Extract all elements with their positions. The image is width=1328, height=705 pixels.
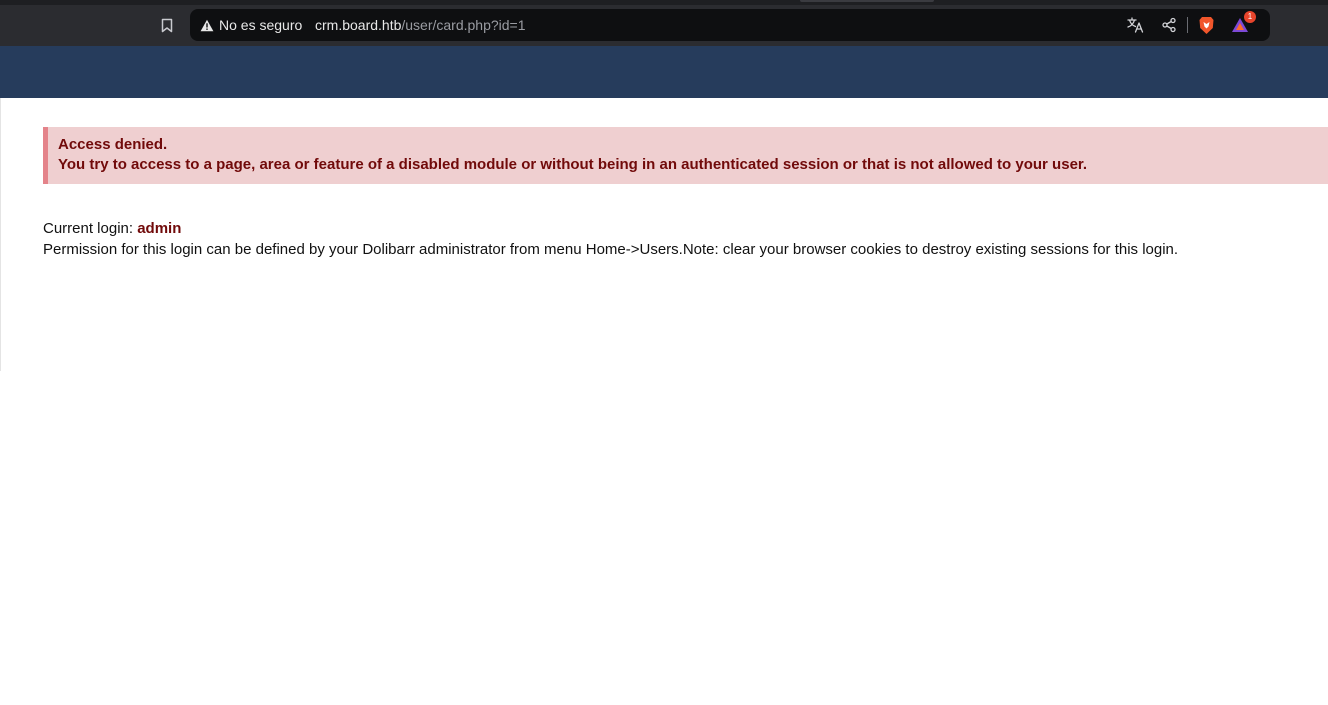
notification-badge: 1 (1244, 11, 1256, 23)
error-title: Access denied. (58, 136, 168, 153)
security-label: No es seguro (219, 17, 303, 33)
active-tab-indicator[interactable] (800, 0, 934, 2)
brave-rewards-button[interactable]: 1 (1228, 11, 1256, 35)
login-info: Current login: admin Permission for this… (43, 218, 1178, 260)
url-actions: 1 (1123, 11, 1256, 35)
error-message: You try to access to a page, area or fea… (58, 156, 1088, 173)
bookmark-icon (161, 18, 173, 32)
current-login-user: admin (137, 220, 182, 237)
current-login-line: Current login: admin (43, 218, 1178, 239)
current-login-label: Current login: (43, 220, 138, 237)
brave-shields-button[interactable] (1194, 15, 1218, 35)
share-icon (1162, 17, 1176, 33)
toolbar-separator (1187, 17, 1188, 33)
tab-strip (0, 0, 1328, 5)
security-indicator[interactable]: No es seguro (200, 16, 302, 34)
app-header-bar (0, 46, 1328, 98)
url-host: crm.board.htb (315, 17, 402, 33)
browser-toolbar: No es seguro crm.board.htb/user/card.php… (0, 0, 1328, 46)
url-path: /user/card.php?id=1 (401, 17, 526, 33)
access-denied-alert: Access denied. You try to access to a pa… (43, 127, 1328, 184)
brave-shield-icon (1199, 16, 1213, 34)
url-text[interactable]: crm.board.htb/user/card.php?id=1 (315, 17, 526, 33)
translate-icon (1126, 17, 1143, 33)
share-button[interactable] (1157, 15, 1181, 35)
warning-icon (200, 19, 214, 31)
address-bar[interactable]: No es seguro crm.board.htb/user/card.php… (190, 9, 1270, 41)
main-content: Access denied. You try to access to a pa… (0, 98, 1328, 371)
permission-note: Permission for this login can be defined… (43, 241, 1179, 258)
translate-button[interactable] (1123, 15, 1147, 35)
bookmark-button[interactable] (157, 15, 177, 35)
